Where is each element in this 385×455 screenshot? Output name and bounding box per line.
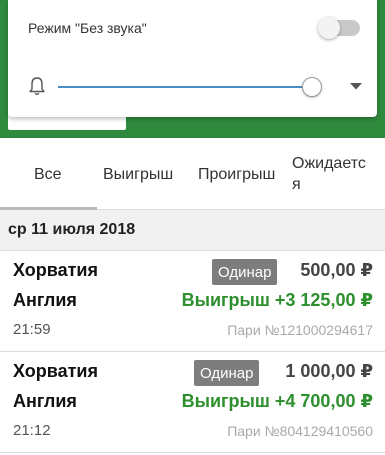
volume-panel: Режим "Без звука"	[8, 0, 377, 117]
bet-row[interactable]: Хорватия Англия 21:12 Одинар 1 000,00 ₽ …	[0, 352, 385, 453]
bell-icon	[29, 77, 45, 95]
dnd-toggle-thumb	[318, 17, 340, 39]
chevron-down-icon[interactable]	[349, 81, 363, 91]
team-home: Хорватия	[13, 260, 98, 280]
bet-time: 21:59	[13, 321, 51, 338]
bet-row[interactable]: Хорватия Англия 21:59 Одинар 500,00 ₽ Вы…	[0, 251, 385, 352]
bet-id: Пари №121000294617	[227, 322, 373, 338]
bet-stake: 1 000,00 ₽	[285, 361, 373, 381]
bet-time: 21:12	[13, 422, 51, 439]
bets-content: Все Выигрыш Проигрыш Ожидается ср 11 июл…	[0, 138, 385, 455]
tab-lose[interactable]: Проигрыш	[193, 138, 287, 210]
bet-result: Выигрыш +3 125,00 ₽	[181, 290, 373, 310]
bet-type-badge: Одинар	[212, 259, 278, 285]
tab-selected-indicator	[0, 207, 97, 210]
date-header: ср 11 июля 2018	[0, 210, 385, 251]
tab-pending[interactable]: Ожидается	[287, 138, 385, 210]
volume-slider[interactable]	[58, 76, 338, 98]
tab-lose-label: Проигрыш	[198, 165, 276, 183]
filter-tabs: Все Выигрыш Проигрыш Ожидается	[0, 138, 385, 210]
tab-all-label: Все	[34, 165, 62, 183]
team-away: Англия	[13, 290, 77, 310]
dnd-mode-label: Режим "Без звука"	[28, 20, 147, 36]
tab-win[interactable]: Выигрыш	[97, 138, 193, 210]
bet-result: Выигрыш +4 700,00 ₽	[181, 391, 373, 411]
team-away: Англия	[13, 391, 77, 411]
bet-id: Пари №804129410560	[227, 423, 373, 439]
tab-all[interactable]: Все	[0, 138, 97, 210]
bet-type-badge: Одинар	[194, 360, 260, 386]
dnd-toggle[interactable]	[318, 16, 362, 40]
volume-slider-rail	[58, 86, 312, 88]
volume-slider-knob[interactable]	[302, 77, 322, 97]
team-home: Хорватия	[13, 361, 98, 381]
tab-win-label: Выигрыш	[103, 165, 174, 183]
tab-pending-label: Ожидается	[292, 155, 366, 193]
bet-stake: 500,00 ₽	[300, 260, 373, 280]
